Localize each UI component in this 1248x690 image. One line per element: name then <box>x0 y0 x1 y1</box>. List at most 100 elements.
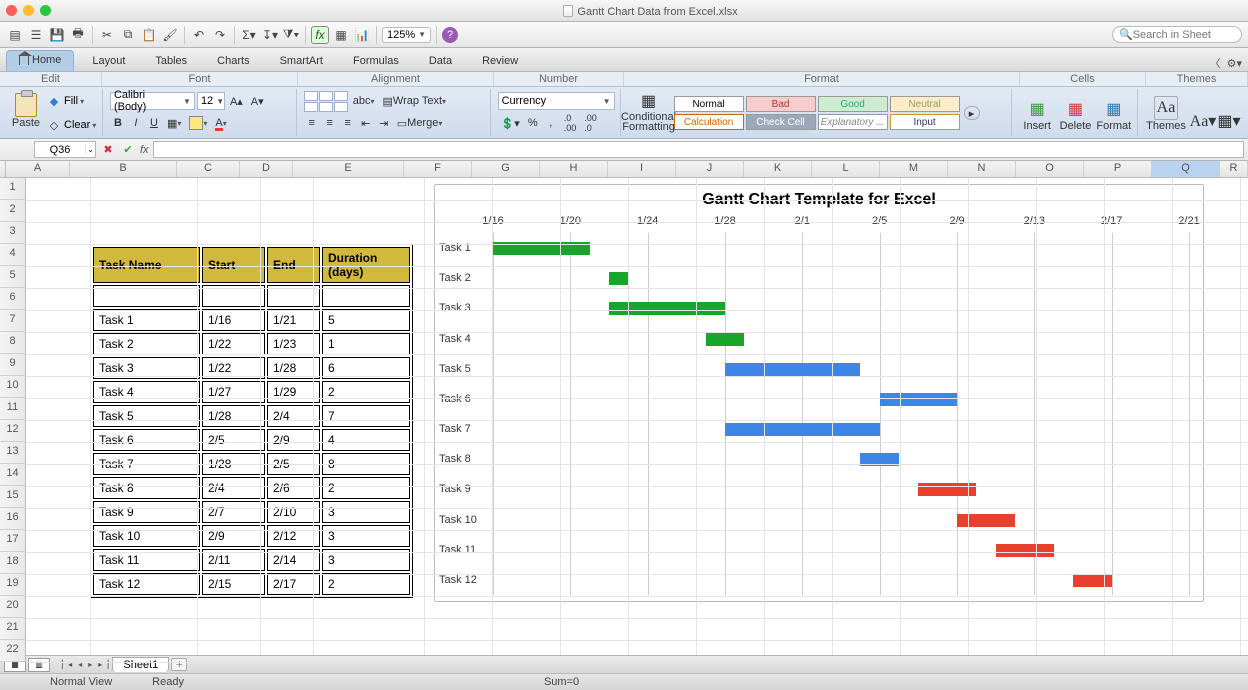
theme-fonts-button[interactable]: Aa▾ <box>1189 90 1217 132</box>
cells-area[interactable]: Task Name Start End Duration (days) Task… <box>26 178 1248 655</box>
column-header-A[interactable]: A <box>6 161 70 177</box>
italic-button[interactable]: I <box>128 115 144 131</box>
cell[interactable]: 2/15 <box>202 573 265 595</box>
redo-icon[interactable]: ↷ <box>211 26 229 44</box>
row-header-6[interactable]: 6 <box>0 288 26 310</box>
cell[interactable]: Task 2 <box>93 333 200 355</box>
column-header-D[interactable]: D <box>240 161 293 177</box>
cancel-formula-icon[interactable]: ✖ <box>100 142 116 158</box>
cell[interactable]: 2/5 <box>202 429 265 451</box>
print-icon[interactable]: 🖶 <box>69 26 87 44</box>
underline-button[interactable]: U <box>146 115 162 131</box>
cell[interactable]: Task 10 <box>93 525 200 547</box>
column-header-M[interactable]: M <box>880 161 948 177</box>
align-left-icon[interactable]: ≡ <box>304 115 320 131</box>
styles-more-button[interactable]: ▸ <box>964 106 980 120</box>
row-header-7[interactable]: 7 <box>0 310 26 332</box>
column-header-N[interactable]: N <box>948 161 1016 177</box>
zoom-control[interactable]: 125%▼ <box>382 27 431 43</box>
wrap-text-button[interactable]: ▤ Wrap Text▾ <box>380 93 450 109</box>
cell[interactable]: 7 <box>322 405 410 427</box>
cut-icon[interactable]: ✂ <box>98 26 116 44</box>
cell[interactable]: 1/27 <box>202 381 265 403</box>
cell[interactable]: 1/22 <box>202 333 265 355</box>
gantt-bar[interactable] <box>880 393 957 406</box>
tab-data[interactable]: Data <box>417 52 464 71</box>
table-row[interactable]: Task 21/221/231 <box>93 333 410 355</box>
gantt-bar[interactable] <box>706 333 745 346</box>
column-header-P[interactable]: P <box>1084 161 1152 177</box>
table-row[interactable]: Task 102/92/123 <box>93 525 410 547</box>
themes-button[interactable]: AaThemes <box>1145 90 1187 132</box>
row-header-8[interactable]: 8 <box>0 332 26 354</box>
tab-tables[interactable]: Tables <box>143 52 199 71</box>
header-start[interactable]: Start <box>202 247 265 283</box>
search-input[interactable] <box>1133 29 1233 41</box>
column-headers[interactable]: ABCDEFGHIJKLMNOPQR <box>0 161 1248 178</box>
row-header-10[interactable]: 10 <box>0 376 26 398</box>
help-icon[interactable]: ? <box>442 27 458 43</box>
style-explanatory[interactable]: Explanatory ... <box>818 114 888 130</box>
cell[interactable]: Task 9 <box>93 501 200 523</box>
increase-decimal-icon[interactable]: .0.00 <box>561 115 580 131</box>
bold-button[interactable]: B <box>110 115 126 131</box>
font-size-select[interactable]: 12▼ <box>197 92 225 110</box>
show-formulas-icon[interactable]: ▦ <box>332 26 350 44</box>
table-row[interactable]: Task 82/42/62 <box>93 477 410 499</box>
cell[interactable]: Task 4 <box>93 381 200 403</box>
clear-icon[interactable]: ◇ <box>46 117 62 133</box>
fill-color-button[interactable]: ▾ <box>186 115 210 131</box>
row-header-2[interactable]: 2 <box>0 200 26 222</box>
gantt-bar[interactable] <box>609 302 725 315</box>
row-header-21[interactable]: 21 <box>0 618 26 640</box>
column-header-I[interactable]: I <box>608 161 676 177</box>
column-header-G[interactable]: G <box>472 161 540 177</box>
table-row[interactable]: Task 11/161/215 <box>93 309 410 331</box>
align-center-icon[interactable]: ≡ <box>322 115 338 131</box>
row-header-19[interactable]: 19 <box>0 574 26 596</box>
page-layout-view-icon[interactable]: ▥ <box>28 658 50 672</box>
cell[interactable]: 5 <box>322 309 410 331</box>
orientation-button[interactable]: abc▾ <box>350 93 378 109</box>
header-task-name[interactable]: Task Name <box>93 247 200 283</box>
row-header-14[interactable]: 14 <box>0 464 26 486</box>
cell[interactable]: 1/16 <box>202 309 265 331</box>
style-good[interactable]: Good <box>818 96 888 112</box>
decrease-indent-icon[interactable]: ⇤ <box>358 115 374 131</box>
gantt-bar[interactable] <box>957 514 1015 527</box>
table-row[interactable]: Task 41/271/292 <box>93 381 410 403</box>
style-input[interactable]: Input <box>890 114 960 130</box>
filter-icon[interactable]: ⧩▾ <box>282 26 300 44</box>
column-header-O[interactable]: O <box>1016 161 1084 177</box>
cell[interactable]: 2 <box>322 477 410 499</box>
style-calculation[interactable]: Calculation <box>674 114 744 130</box>
row-header-12[interactable]: 12 <box>0 420 26 442</box>
column-header-R[interactable]: R <box>1220 161 1248 177</box>
table-row[interactable]: Task 122/152/172 <box>93 573 410 595</box>
format-cells-button[interactable]: ▦Format <box>1096 90 1132 132</box>
row-header-15[interactable]: 15 <box>0 486 26 508</box>
column-header-J[interactable]: J <box>676 161 744 177</box>
cell[interactable]: 2 <box>322 381 410 403</box>
increase-font-icon[interactable]: A▴ <box>227 93 246 109</box>
row-header-22[interactable]: 22 <box>0 640 26 662</box>
new-file-icon[interactable]: ▤ <box>6 26 24 44</box>
search-box[interactable]: 🔍 <box>1112 26 1242 43</box>
row-header-18[interactable]: 18 <box>0 552 26 574</box>
worksheet[interactable]: ABCDEFGHIJKLMNOPQR 123456789101112131415… <box>0 161 1248 655</box>
autosum-icon[interactable]: Σ▾ <box>240 26 258 44</box>
close-window-button[interactable] <box>6 5 17 16</box>
cell[interactable]: Task 1 <box>93 309 200 331</box>
gantt-bar[interactable] <box>609 272 628 285</box>
cell[interactable]: Task 8 <box>93 477 200 499</box>
copy-icon[interactable]: ⧉ <box>119 26 137 44</box>
column-header-C[interactable]: C <box>177 161 240 177</box>
open-file-icon[interactable]: ☰ <box>27 26 45 44</box>
gantt-bar[interactable] <box>725 363 860 376</box>
font-family-select[interactable]: Calibri (Body)▼ <box>110 92 195 110</box>
tab-layout[interactable]: Layout <box>80 52 137 71</box>
table-row[interactable]: Task 62/52/94 <box>93 429 410 451</box>
tab-smartart[interactable]: SmartArt <box>268 52 335 71</box>
sort-icon[interactable]: ↧▾ <box>261 26 279 44</box>
cell[interactable]: 1 <box>322 333 410 355</box>
